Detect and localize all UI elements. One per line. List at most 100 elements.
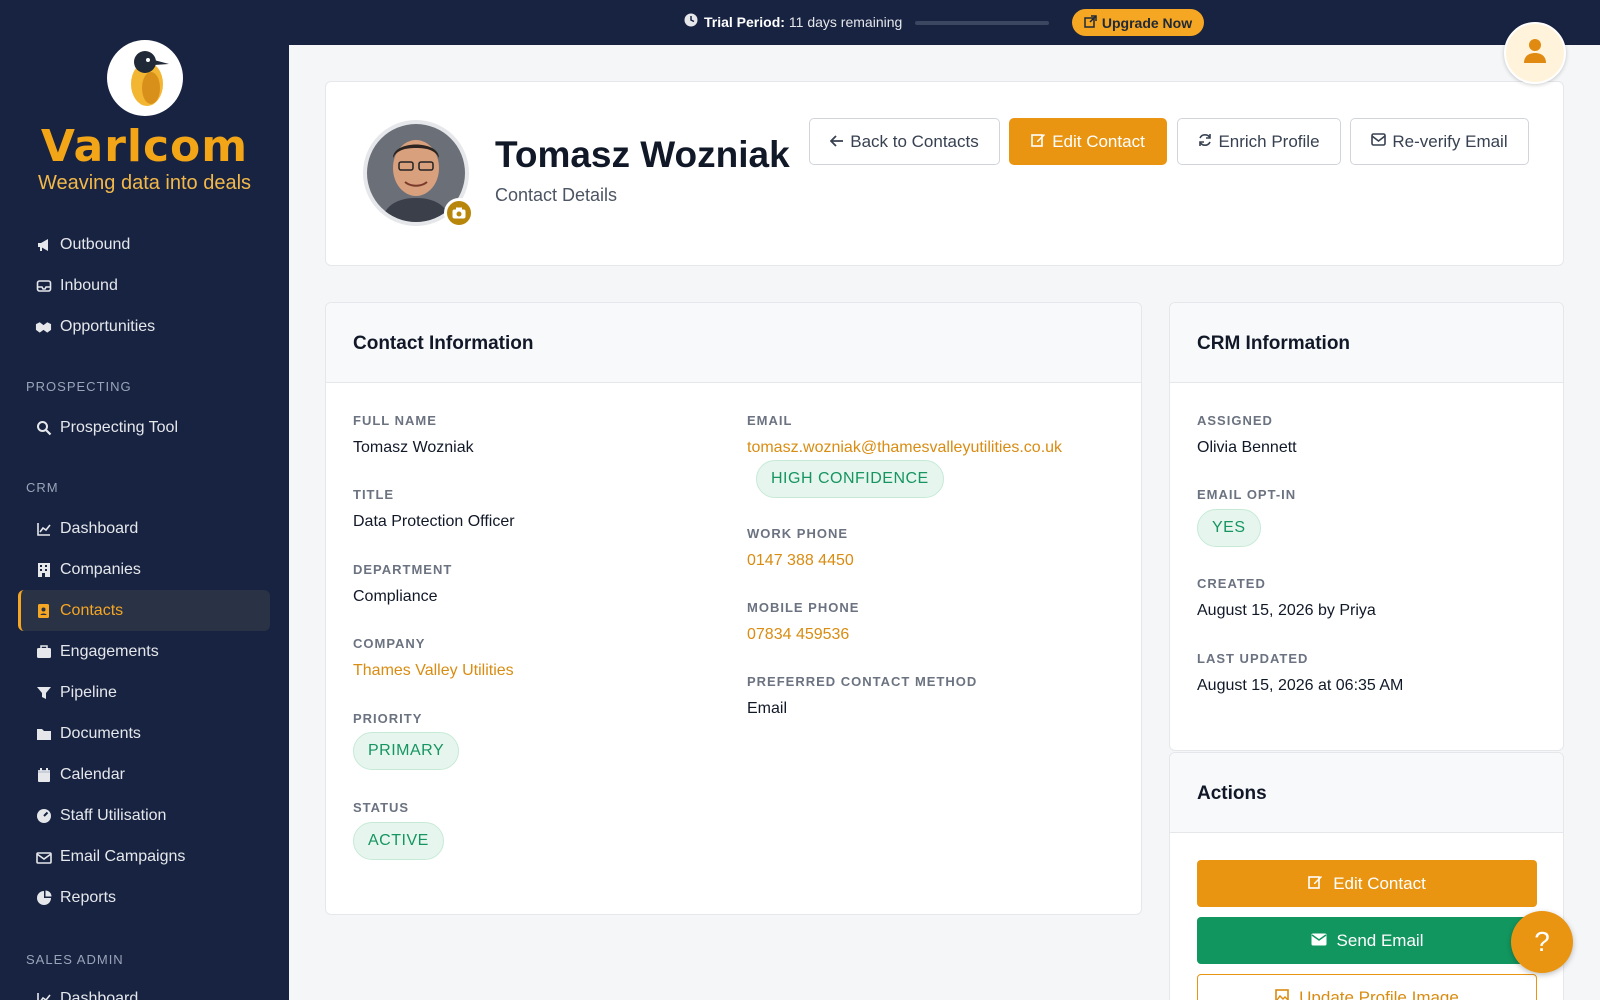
calendar-icon (35, 766, 52, 783)
chart-line-icon (35, 520, 52, 537)
pie-chart-icon (35, 889, 52, 906)
user-avatar[interactable] (1504, 22, 1566, 84)
trial-remaining: 11 days remaining (788, 13, 903, 30)
sidebar-item-calendar[interactable]: Calendar (18, 754, 270, 795)
action-edit-contact-button[interactable]: Edit Contact (1197, 860, 1537, 907)
sidebar-item-staff-utilisation[interactable]: Staff Utilisation (18, 795, 270, 836)
nav-section-crm: CRM (26, 480, 59, 495)
email-confidence-badge: HIGH CONFIDENCE (756, 460, 944, 498)
mail-check-icon (1371, 132, 1387, 152)
company-link[interactable]: Thames Valley Utilities (353, 662, 514, 680)
trial-status: Trial Period: 11 days remaining (684, 13, 902, 30)
edit-icon (1308, 874, 1323, 894)
title-value: Data Protection Officer (353, 513, 515, 530)
edit-label: Edit Contact (1052, 131, 1145, 151)
back-to-contacts-button[interactable]: Back to Contacts (809, 118, 1000, 165)
clock-icon (684, 13, 698, 30)
edit-icon (1031, 132, 1046, 152)
sidebar-item-inbound[interactable]: Inbound (18, 265, 270, 306)
bird-logo-icon (106, 40, 183, 116)
sidebar-item-label: Documents (60, 724, 141, 742)
work-phone-link[interactable]: 0147 388 4450 (747, 552, 854, 570)
brand-logo[interactable]: Varlcom Weaving data into deals (0, 40, 289, 195)
sidebar-item-sales-dashboard[interactable]: Dashboard (18, 978, 270, 1000)
upgrade-button[interactable]: Upgrade Now (1072, 9, 1204, 36)
reverify-label: Re-verify Email (1392, 131, 1508, 151)
megaphone-icon (35, 236, 52, 253)
sidebar-item-label: Staff Utilisation (60, 806, 167, 824)
upgrade-label: Upgrade Now (1101, 14, 1193, 31)
last-updated-label: LAST UPDATED (1197, 651, 1309, 666)
chart-line-icon (35, 990, 52, 1000)
sidebar-item-label: Opportunities (60, 317, 156, 335)
sidebar-item-dashboard[interactable]: Dashboard (18, 508, 270, 549)
nav-section-sales-admin: SALES ADMIN (26, 952, 124, 967)
mobile-phone-link[interactable]: 07834 459536 (747, 626, 849, 644)
company-label: COMPANY (353, 636, 426, 651)
arrow-left-icon (829, 132, 844, 152)
card-title: Actions (1197, 783, 1267, 804)
sidebar-item-outbound[interactable]: Outbound (18, 224, 270, 265)
sidebar-item-opportunities[interactable]: Opportunities (18, 306, 270, 347)
email-optin-label: EMAIL OPT-IN (1197, 487, 1297, 502)
actions-card: Actions Edit Contact Send Email Update P… (1169, 752, 1564, 1000)
update-image-label: Update Profile Image (1299, 987, 1459, 1000)
sidebar-item-label: Reports (60, 888, 117, 906)
sidebar: Varlcom Weaving data into deals Outbound… (0, 0, 289, 1000)
card-header: Contact Information (326, 303, 1141, 383)
image-icon (1275, 988, 1289, 1000)
last-updated-value: August 15, 2026 at 06:35 AM (1197, 677, 1404, 694)
status-badge: ACTIVE (353, 822, 444, 860)
reverify-email-button[interactable]: Re-verify Email (1350, 118, 1529, 165)
email-optin-badge: YES (1197, 509, 1261, 547)
sidebar-item-label: Contacts (60, 601, 124, 619)
handshake-icon (35, 318, 52, 335)
mobile-phone-label: MOBILE PHONE (747, 600, 860, 615)
preferred-contact-value: Email (747, 700, 788, 717)
title-label: TITLE (353, 487, 395, 502)
sidebar-item-label: Companies (60, 560, 141, 578)
sidebar-item-companies[interactable]: Companies (18, 549, 270, 590)
mail-bulk-icon (35, 848, 52, 865)
sidebar-item-prospecting-tool[interactable]: Prospecting Tool (18, 407, 270, 448)
sidebar-item-label: Inbound (60, 276, 118, 294)
help-button[interactable]: ? (1511, 911, 1573, 973)
card-header: Actions (1170, 753, 1563, 833)
sidebar-item-label: Outbound (60, 235, 131, 253)
sidebar-item-label: Email Campaigns (60, 847, 186, 865)
contact-name: Tomasz Wozniak (495, 134, 790, 175)
work-phone-label: WORK PHONE (747, 526, 848, 541)
sidebar-item-documents[interactable]: Documents (18, 713, 270, 754)
funnel-icon (35, 684, 52, 701)
sidebar-item-email-campaigns[interactable]: Email Campaigns (18, 836, 270, 877)
send-email-label: Send Email (1336, 930, 1424, 950)
trial-progress-bar (915, 21, 1049, 25)
sidebar-item-engagements[interactable]: Engagements (18, 631, 270, 672)
nav-section-prospecting: PROSPECTING (26, 379, 132, 394)
enrich-label: Enrich Profile (1218, 131, 1320, 151)
brand-tagline: Weaving data into deals (37, 172, 252, 194)
update-profile-image-button[interactable]: Update Profile Image (1197, 974, 1537, 1000)
trial-label: Trial Period: (704, 13, 785, 30)
action-edit-label: Edit Contact (1333, 873, 1426, 893)
edit-contact-button[interactable]: Edit Contact (1009, 118, 1167, 165)
sidebar-item-pipeline[interactable]: Pipeline (18, 672, 270, 713)
external-link-icon (1084, 14, 1097, 31)
sidebar-item-contacts[interactable]: Contacts (18, 590, 270, 631)
sidebar-item-reports[interactable]: Reports (18, 877, 270, 918)
card-header: CRM Information (1170, 303, 1563, 383)
preferred-contact-label: PREFERRED CONTACT METHOD (747, 674, 978, 689)
briefcase-icon (35, 643, 52, 660)
user-icon (1523, 38, 1547, 69)
inbox-icon (35, 277, 52, 294)
sidebar-item-label: Prospecting Tool (60, 418, 178, 436)
gauge-icon (35, 807, 52, 824)
send-email-button[interactable]: Send Email (1197, 917, 1537, 964)
email-link[interactable]: tomasz.wozniak@thamesvalleyutilities.co.… (747, 439, 1062, 457)
department-label: DEPARTMENT (353, 562, 453, 577)
folder-icon (35, 725, 52, 742)
enrich-profile-button[interactable]: Enrich Profile (1177, 118, 1341, 165)
camera-icon[interactable] (444, 198, 474, 228)
full-name-value: Tomasz Wozniak (353, 439, 474, 456)
back-label: Back to Contacts (850, 131, 979, 151)
